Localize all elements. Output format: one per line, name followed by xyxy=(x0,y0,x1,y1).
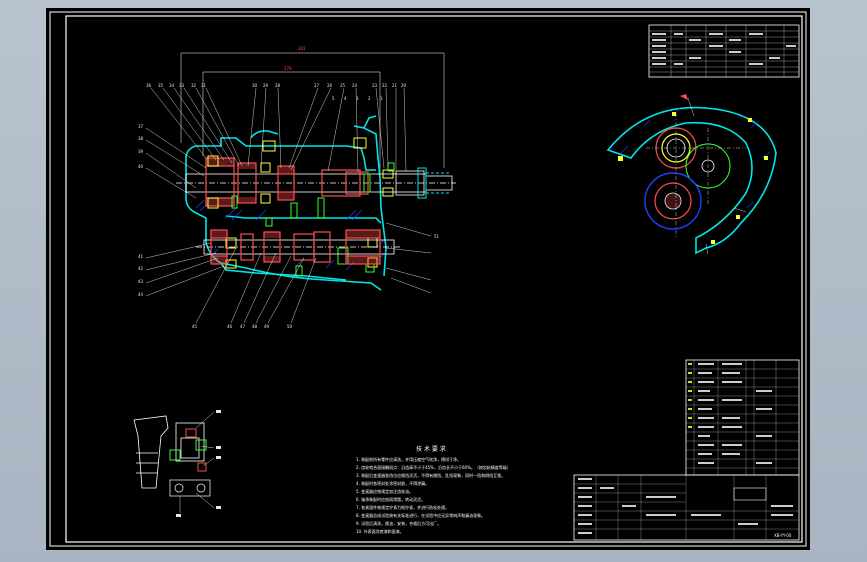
part-label: 20 xyxy=(401,83,407,88)
part-label: 32 xyxy=(191,83,197,88)
title-block: XB-YY-00 xyxy=(573,474,800,541)
part-label: 3 xyxy=(356,96,359,101)
note-line: 2. 齿轮啮合面接触斑点：沿齿高不小于45%，沿齿长不小于60%。（按齿轮精度等… xyxy=(356,464,511,470)
part-label: 43 xyxy=(138,279,144,284)
part-label: 23 xyxy=(372,83,378,88)
part-label: 45 xyxy=(192,324,198,329)
part-label: 33 xyxy=(179,83,185,88)
part-label: 48 xyxy=(252,324,258,329)
housing-markers xyxy=(618,112,768,244)
note-line: 5. 变速器应按规定加注齿轮油。 xyxy=(356,488,413,494)
part-label: 49 xyxy=(264,324,270,329)
leader-lines xyxy=(145,87,432,324)
note-line: 1. 装配前所有零件应清洗，并用压缩空气吹净，擦拭干净。 xyxy=(356,456,461,462)
part-label: 1 xyxy=(380,96,383,101)
part-label: 44 xyxy=(138,292,144,297)
detail-outline xyxy=(133,415,205,489)
part-labels: 36 35 34 33 32 31 30 29 28 27 26 25 24 2… xyxy=(138,83,440,329)
part-label: 29 xyxy=(263,83,269,88)
note-line: 10. 外表面涂底漆和面漆。 xyxy=(356,528,404,534)
part-label: 26 xyxy=(327,83,333,88)
drawing-canvas: 342 276 36 35 34 33 32 31 30 29 28 27 26… xyxy=(49,11,807,547)
note-line: 3. 装配后变速器各挡位应换挡灵活，不得有跳挡、乱挡现象，同时一挡和倒挡互锁。 xyxy=(356,472,505,478)
part-label: 51 xyxy=(434,234,440,239)
part-label: 34 xyxy=(169,83,175,88)
part-label: 42 xyxy=(138,266,144,271)
drawing-number: XB-YY-00 xyxy=(774,533,792,538)
part-label: 38 xyxy=(138,136,144,141)
part-label: 27 xyxy=(314,83,320,88)
cad-viewport[interactable]: 342 276 36 35 34 33 32 31 30 29 28 27 26… xyxy=(46,8,810,550)
parts-list xyxy=(685,359,800,476)
part-label: 21 xyxy=(392,83,398,88)
dimension-overall: 342 xyxy=(298,46,306,51)
gearbox-section-view[interactable]: 342 276 36 35 34 33 32 31 30 29 28 27 26… xyxy=(138,46,456,329)
part-label: 41 xyxy=(138,254,144,259)
detail-bearing xyxy=(169,479,211,497)
part-label: 2 xyxy=(368,96,371,101)
note-line: 8. 变速器总成试验按有关标准进行，在试验中应无异常响声和漏油现象。 xyxy=(356,512,485,518)
drawing-frame xyxy=(65,15,803,543)
note-line: 4. 装配时各密封处涂密封胶，不得渗漏。 xyxy=(356,480,429,486)
part-label: 5 xyxy=(332,96,335,101)
part-label: 4 xyxy=(344,96,347,101)
part-label: 37 xyxy=(138,124,144,129)
lower-gear-section xyxy=(644,172,702,230)
notes-title: 技 术 要 求 xyxy=(416,445,446,453)
technical-notes: 技 术 要 求 1. 装配前所有零件应清洗，并用压缩空气吹净，擦拭干净。 2. … xyxy=(356,445,511,534)
part-label: 50 xyxy=(287,324,293,329)
red-marker xyxy=(680,94,688,100)
part-label: 40 xyxy=(138,164,144,169)
part-label: 25 xyxy=(340,83,346,88)
note-line: 6. 轴承装配时应加润滑脂，转动灵活。 xyxy=(356,496,425,502)
part-label: 46 xyxy=(227,324,233,329)
cross-leaders xyxy=(687,97,747,255)
part-label: 24 xyxy=(352,83,358,88)
main-shaft xyxy=(176,170,456,196)
part-label: 39 xyxy=(138,149,144,154)
dimension-inner: 276 xyxy=(284,66,292,71)
note-line: 9. 试验后清洗，换油，安装，合格后方可出厂。 xyxy=(356,520,441,526)
part-label: 22 xyxy=(382,83,388,88)
part-label: 36 xyxy=(146,83,152,88)
part-label: 35 xyxy=(158,83,164,88)
part-label: 47 xyxy=(240,324,246,329)
note-line: 7. 各紧固件按规定拧紧力矩拧紧，并进行防松处理。 xyxy=(356,504,449,510)
detail-view[interactable] xyxy=(133,410,221,517)
revision-table xyxy=(648,24,800,78)
part-label: 28 xyxy=(275,83,281,88)
gearbox-cross-section-view[interactable] xyxy=(606,94,777,255)
detail-leaders xyxy=(179,411,215,513)
part-label: 31 xyxy=(201,83,207,88)
detail-green xyxy=(169,439,207,461)
part-label: 30 xyxy=(252,83,258,88)
